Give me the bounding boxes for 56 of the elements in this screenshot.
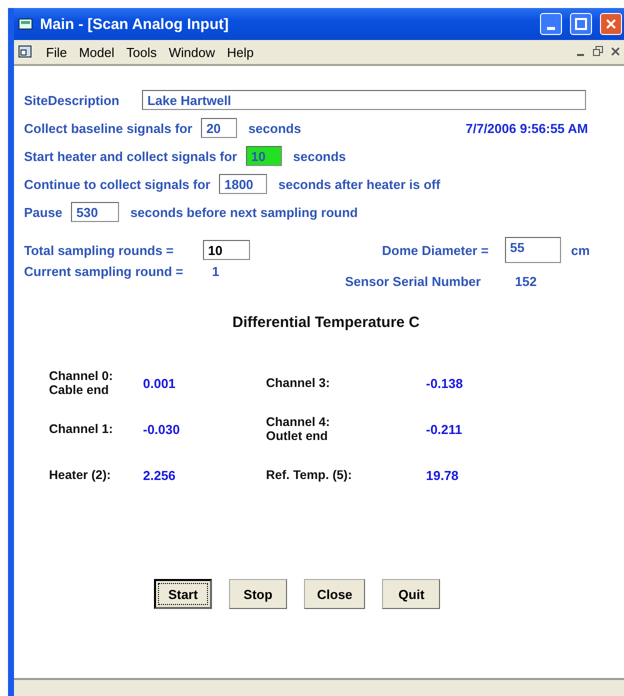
input-field[interactable]: Lake Hartwell <box>142 90 586 110</box>
input-field[interactable]: 10 <box>203 240 250 260</box>
channel-label: Heater (2): <box>49 468 112 482</box>
section-heading: Differential Temperature C <box>232 314 420 331</box>
input-field[interactable]: 10 <box>246 146 282 166</box>
reading-value: 2.256 <box>143 468 177 482</box>
menu-item[interactable]: Model <box>78 44 114 60</box>
menu-item[interactable]: Window <box>168 44 215 60</box>
field-label: Current sampling round = <box>24 264 184 279</box>
document-icon <box>18 45 34 59</box>
channel-label: Channel 3: <box>266 376 331 390</box>
restore-icon[interactable] <box>593 45 603 59</box>
channel-label: Ref. Temp. (5): <box>266 468 353 482</box>
close-icon <box>605 18 617 30</box>
maximize-icon <box>575 18 587 30</box>
maximize-button[interactable] <box>570 13 592 35</box>
serial-value: 152 <box>515 274 537 289</box>
field-label: Sensor Serial Number <box>345 274 482 289</box>
reading-value: 19.78 <box>426 468 460 482</box>
channel-label: Channel 0: Cable end <box>49 369 114 397</box>
timestamp: 7/7/2006 9:56:55 AM <box>466 120 588 136</box>
input-field[interactable]: 530 <box>71 202 120 222</box>
unit-label: seconds <box>248 120 302 136</box>
reading-value: -0.211 <box>426 422 464 436</box>
unit-label: seconds after heater is off <box>278 176 440 192</box>
field-label: SiteDescription <box>24 92 120 108</box>
round-value: 1 <box>212 264 220 279</box>
unit-label: cm <box>571 242 590 258</box>
action-button[interactable]: Quit <box>382 579 440 609</box>
input-field[interactable]: 55 <box>505 237 561 263</box>
field-label: Continue to collect signals for <box>24 176 210 192</box>
reading-value: -0.138 <box>426 376 464 390</box>
unit-label: seconds <box>293 148 346 164</box>
action-button[interactable]: Stop <box>229 579 287 609</box>
field-label: Dome Diameter = <box>382 242 490 258</box>
unit-label: seconds before next sampling round <box>130 204 358 220</box>
reading-value: -0.030 <box>143 422 181 436</box>
minimize-button[interactable] <box>540 13 562 35</box>
menu-item[interactable]: File <box>46 44 67 60</box>
app-icon <box>18 17 34 31</box>
field-label: Start heater and collect signals for <box>24 148 238 164</box>
minimize-icon <box>547 26 555 30</box>
field-label: Pause <box>24 204 62 220</box>
field-label: Total sampling rounds = <box>24 242 175 258</box>
menu-item[interactable]: Tools <box>126 44 157 60</box>
input-field[interactable]: 1800 <box>219 174 268 194</box>
field-label: Collect baseline signals for <box>24 120 192 136</box>
channel-label: Channel 1: <box>49 422 114 436</box>
action-button[interactable]: Close <box>304 579 366 609</box>
window-title: Main - [Scan Analog Input] <box>40 16 230 32</box>
input-field[interactable]: 20 <box>201 118 238 138</box>
menu-item[interactable]: Help <box>226 44 254 60</box>
channel-label: Channel 4: Outlet end <box>266 415 331 443</box>
reading-value: 0.001 <box>143 376 177 390</box>
close-button[interactable] <box>600 13 622 35</box>
action-button[interactable]: Start <box>154 579 212 609</box>
